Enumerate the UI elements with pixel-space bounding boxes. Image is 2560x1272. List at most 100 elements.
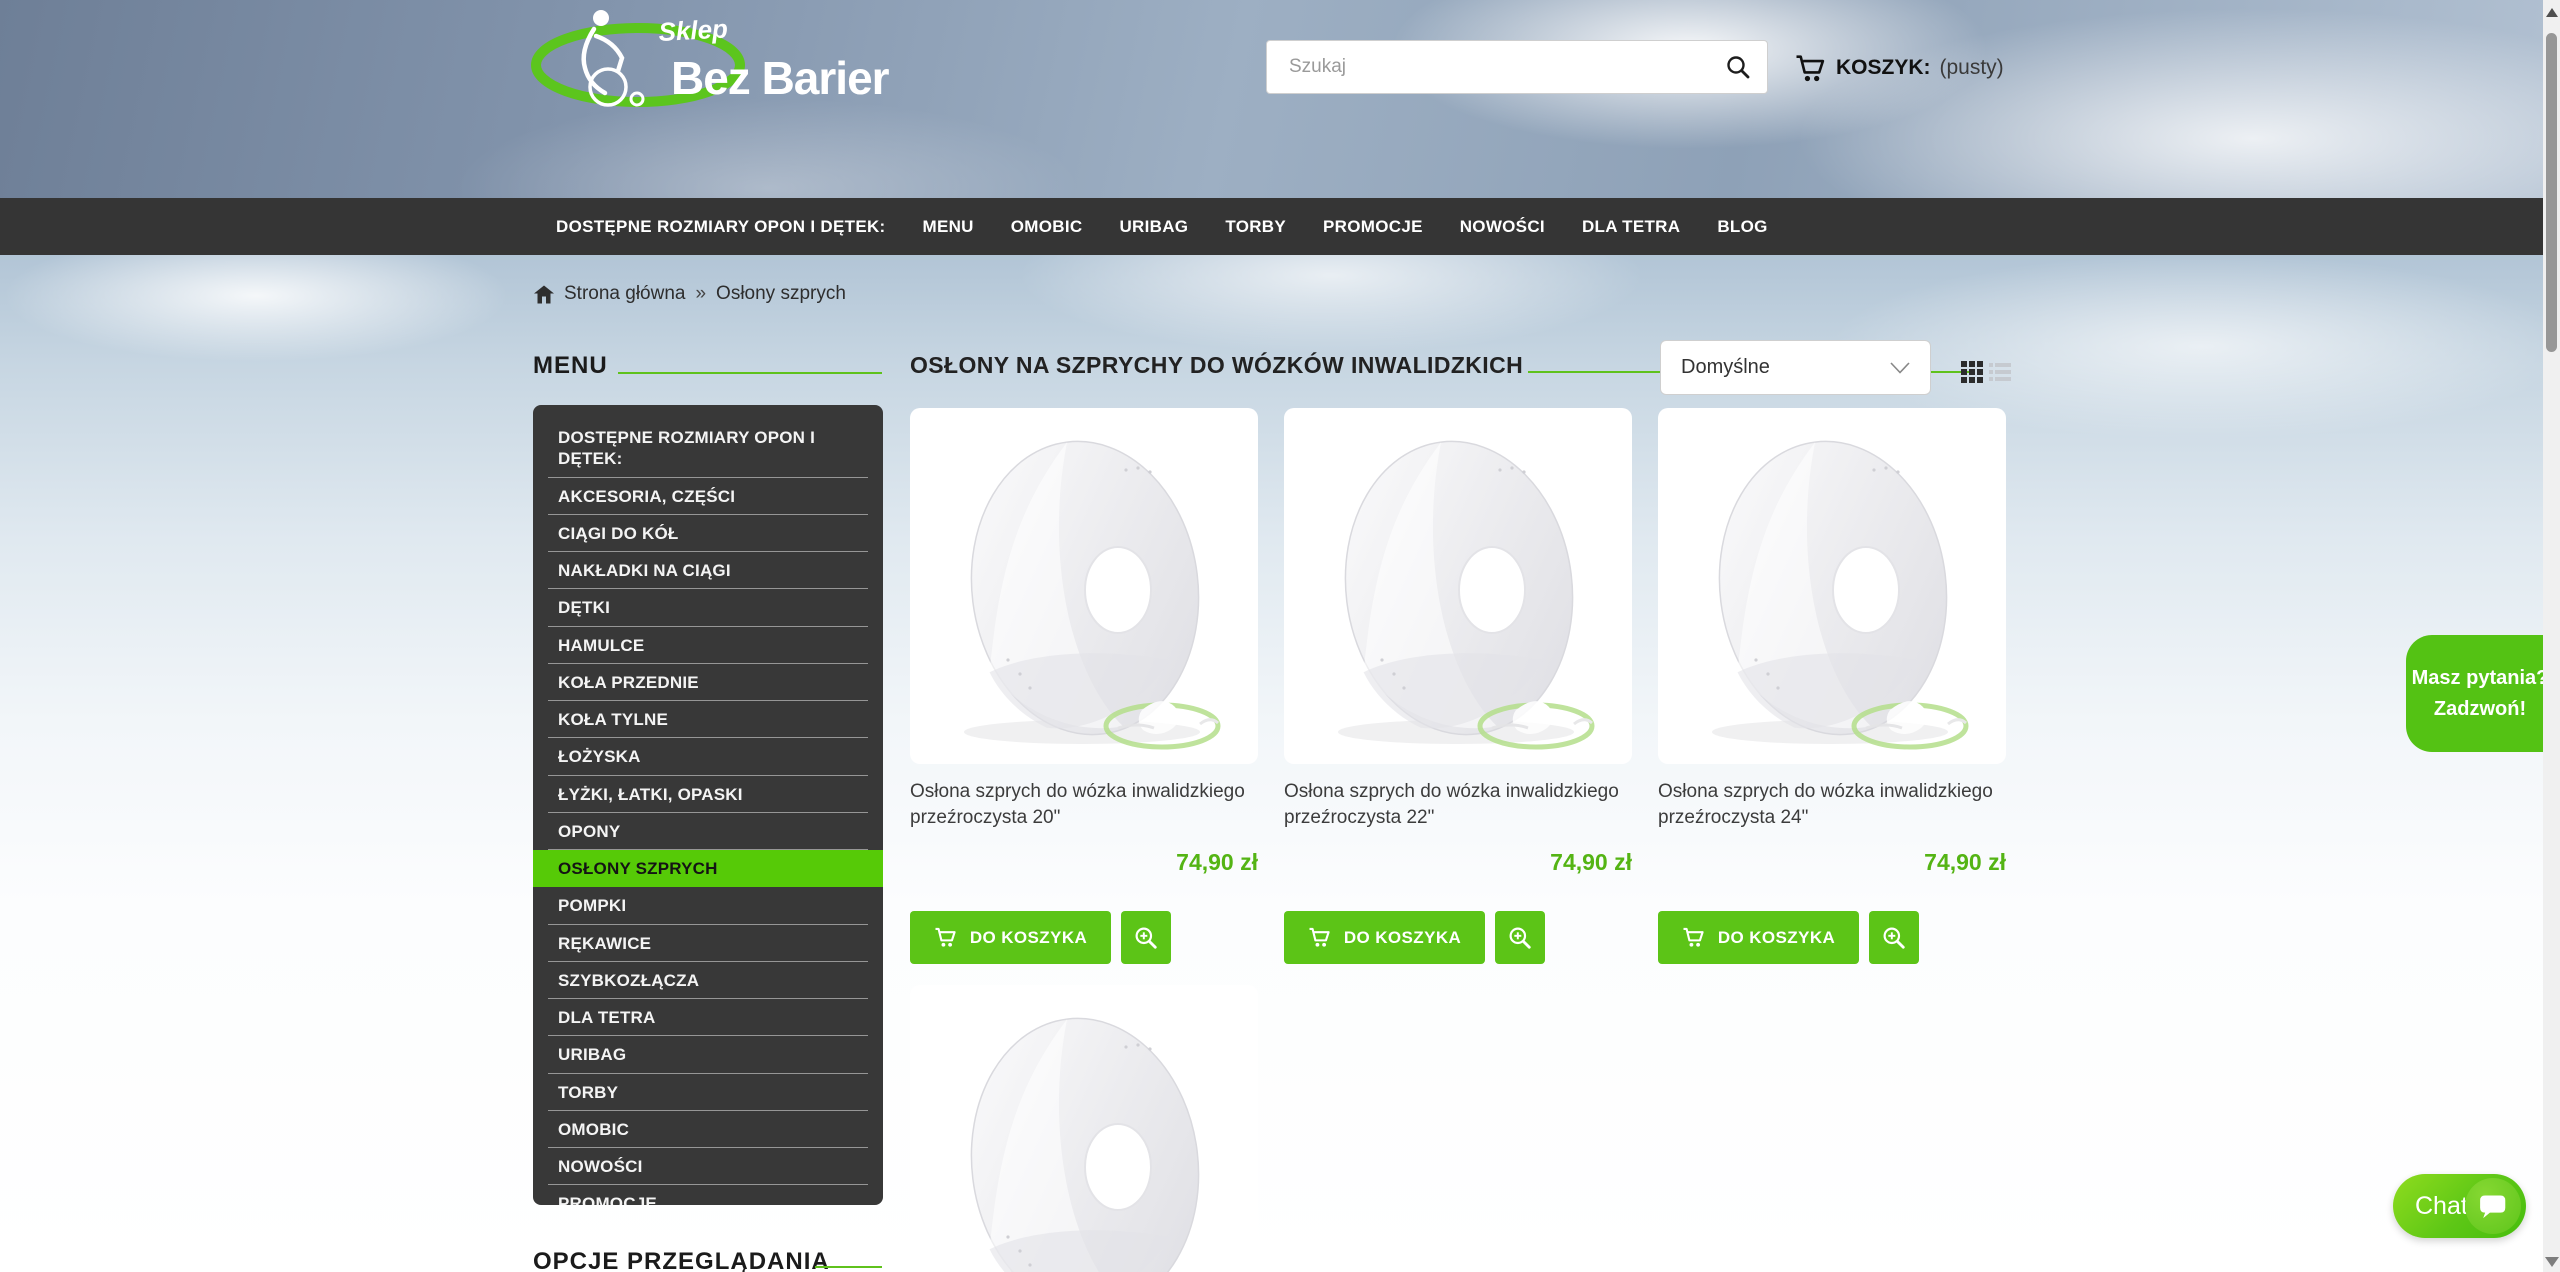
add-to-cart-button[interactable]: DO KOSZYKA	[910, 911, 1111, 964]
product-title[interactable]: Osłona szprych do wózka inwalidzkiego pr…	[1284, 779, 1632, 831]
quick-view-button[interactable]	[1121, 911, 1171, 964]
scrollbar-thumb[interactable]	[2546, 33, 2557, 352]
add-to-cart-button[interactable]: DO KOSZYKA	[1284, 911, 1485, 964]
sidebar-item[interactable]: SZYBKOZŁĄCZA	[533, 962, 883, 999]
page-scrollbar	[2543, 0, 2560, 1272]
product-card: DO KOSZYKA	[910, 985, 1258, 1272]
chevron-down-icon	[1890, 362, 1910, 374]
nav-item[interactable]: TORBY	[1225, 217, 1286, 237]
sidebar-item[interactable]: OSŁONY SZPRYCH	[533, 850, 883, 887]
breadcrumb-current: Osłony szprych	[716, 283, 846, 305]
sidebar-item[interactable]: KOŁA PRZEDNIE	[533, 664, 883, 701]
product-grid: Osłona szprych do wózka inwalidzkiego pr…	[910, 408, 2032, 1272]
quick-view-button[interactable]	[1869, 911, 1919, 964]
sidebar-item[interactable]: OPONY	[533, 813, 883, 850]
sidebar-item[interactable]: CIĄGI DO KÓŁ	[533, 515, 883, 552]
nav-item[interactable]: URIBAG	[1119, 217, 1188, 237]
spoke-guard-photo	[910, 408, 1258, 764]
breadcrumb: Strona główna » Osłony szprych	[534, 283, 846, 305]
breadcrumb-separator: »	[695, 283, 706, 305]
scrollbar-up-arrow[interactable]	[2546, 8, 2558, 17]
sidebar-menu-title: MENU	[533, 352, 608, 380]
product-price: 74,90 zł	[1284, 849, 1632, 876]
cart-label: KOSZYK:	[1836, 56, 1931, 80]
cart-status: (pusty)	[1940, 56, 2004, 80]
product-title[interactable]: Osłona szprych do wózka inwalidzkiego pr…	[1658, 779, 2006, 831]
sidebar-item[interactable]: KOŁA TYLNE	[533, 701, 883, 738]
speech-bubble-icon	[2478, 1193, 2508, 1220]
nav-item[interactable]: DLA TETRA	[1582, 217, 1680, 237]
product-image[interactable]	[910, 408, 1258, 764]
product-title[interactable]: Osłona szprych do wózka inwalidzkiego pr…	[910, 779, 1258, 831]
chat-widget-button[interactable]: Chat	[2393, 1174, 2526, 1238]
sidebar-item[interactable]: POMPKI	[533, 887, 883, 924]
search-input[interactable]	[1287, 55, 1725, 79]
sidebar-item[interactable]: TORBY	[533, 1074, 883, 1111]
zoom-plus-icon	[1882, 926, 1906, 950]
sidebar-item[interactable]: PROMOCJE	[533, 1185, 883, 1205]
product-card: Osłona szprych do wózka inwalidzkiego pr…	[1284, 408, 1632, 964]
sidebar-item[interactable]: DĘTKI	[533, 589, 883, 626]
cart-icon	[1308, 927, 1332, 948]
zoom-plus-icon	[1508, 926, 1532, 950]
nav-item[interactable]: BLOG	[1717, 217, 1767, 237]
add-to-cart-button[interactable]: DO KOSZYKA	[1658, 911, 1859, 964]
call-us-tab[interactable]: Masz pytania? Zadzwoń!	[2406, 635, 2560, 752]
page-title: OSŁONY NA SZPRYCHY DO WÓZKÓW INWALIDZKIC…	[910, 352, 1523, 379]
nav-item[interactable]: MENU	[923, 217, 974, 237]
breadcrumb-home[interactable]: Strona główna	[564, 283, 685, 305]
cart-summary[interactable]: KOSZYK: (pusty)	[1795, 48, 2004, 88]
search-icon[interactable]	[1725, 54, 1751, 80]
sidebar-item[interactable]: HAMULCE	[533, 627, 883, 664]
product-image[interactable]	[1658, 408, 2006, 764]
product-price: 74,90 zł	[1658, 849, 2006, 876]
header: Sklep Bez Barier KOSZYK: (pusty)	[0, 0, 2560, 198]
sidebar-item[interactable]: AKCESORIA, CZĘŚCI	[533, 478, 883, 515]
search-bar	[1266, 40, 1768, 94]
sidebar-menu-list: DOSTĘPNE ROZMIARY OPON I DĘTEK: AKCESORI…	[533, 419, 883, 1205]
logo-text-bottom: Bez Barier	[671, 52, 890, 104]
quick-view-button[interactable]	[1495, 911, 1545, 964]
sort-dropdown[interactable]: Domyślne	[1660, 340, 1931, 395]
nav-item[interactable]: DOSTĘPNE ROZMIARY OPON I DĘTEK:	[556, 217, 886, 237]
browse-options-rule	[815, 1266, 882, 1268]
call-tab-line2: Zadzwoń!	[2434, 694, 2526, 725]
list-view-icon[interactable]	[1989, 361, 2011, 383]
spoke-guard-photo	[1284, 408, 1632, 764]
menu-title-rule	[618, 372, 882, 374]
spoke-guard-photo	[910, 985, 1258, 1272]
storefront-page: Sklep Bez Barier KOSZYK: (pusty) DOS	[0, 0, 2560, 1272]
cart-icon	[1795, 54, 1827, 83]
sidebar-item[interactable]: NOWOŚCI	[533, 1148, 883, 1185]
product-card: Osłona szprych do wózka inwalidzkiego pr…	[910, 408, 1258, 964]
chat-bubble-circle	[2465, 1178, 2521, 1234]
sort-selected-value: Domyślne	[1681, 356, 1770, 379]
sidebar-item[interactable]: DLA TETRA	[533, 999, 883, 1036]
sidebar-item[interactable]: DOSTĘPNE ROZMIARY OPON I DĘTEK:	[533, 419, 883, 478]
product-image[interactable]	[910, 985, 1258, 1272]
cart-icon	[1682, 927, 1706, 948]
home-icon[interactable]	[534, 285, 554, 304]
main-nav-list: DOSTĘPNE ROZMIARY OPON I DĘTEK: MENU OMO…	[0, 198, 2560, 255]
browse-options-title: OPCJE PRZEGLĄDANIA	[533, 1248, 830, 1272]
chat-label: Chat	[2415, 1192, 2468, 1221]
sidebar-item[interactable]: ŁYŻKI, ŁATKI, OPASKI	[533, 776, 883, 813]
sidebar-item[interactable]: OMOBIC	[533, 1111, 883, 1148]
nav-item[interactable]: OMOBIC	[1011, 217, 1083, 237]
product-image[interactable]	[1284, 408, 1632, 764]
sidebar-item[interactable]: ŁOŻYSKA	[533, 738, 883, 775]
nav-item[interactable]: PROMOCJE	[1323, 217, 1423, 237]
scrollbar-down-arrow[interactable]	[2545, 1257, 2559, 1267]
shop-logo[interactable]: Sklep Bez Barier	[525, 5, 905, 113]
spoke-guard-photo	[1658, 408, 2006, 764]
logo-text-top: Sklep	[658, 13, 729, 47]
nav-item[interactable]: NOWOŚCI	[1460, 217, 1545, 237]
sidebar-item[interactable]: RĘKAWICE	[533, 925, 883, 962]
product-price: 74,90 zł	[910, 849, 1258, 876]
grid-view-icon[interactable]	[1961, 361, 1983, 383]
product-card: Osłona szprych do wózka inwalidzkiego pr…	[1658, 408, 2006, 964]
zoom-plus-icon	[1134, 926, 1158, 950]
sidebar-item[interactable]: NAKŁADKI NA CIĄGI	[533, 552, 883, 589]
sidebar-item[interactable]: URIBAG	[533, 1036, 883, 1073]
call-tab-line1: Masz pytania?	[2412, 663, 2549, 694]
